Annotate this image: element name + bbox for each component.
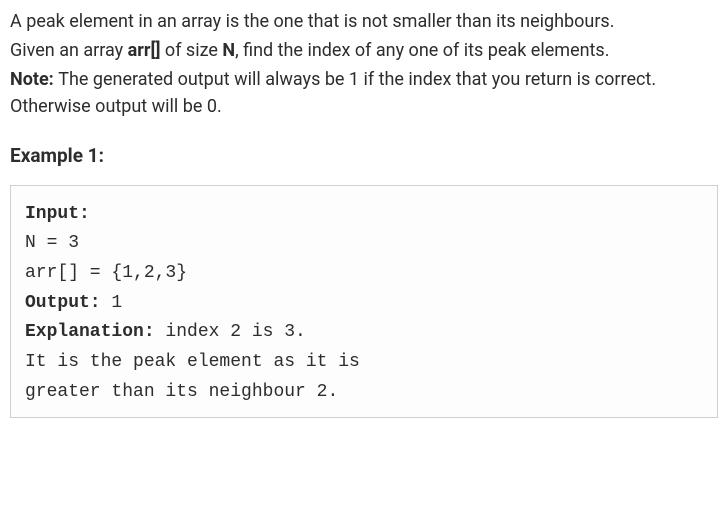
bold-n: N bbox=[222, 40, 235, 61]
explanation-label: Explanation: bbox=[25, 322, 155, 342]
bold-arr: arr[] bbox=[128, 40, 161, 61]
description-para-2: Given an array arr[] of size N, find the… bbox=[10, 37, 718, 64]
input-label: Input: bbox=[25, 204, 90, 224]
note-text: The generated output will always be 1 if… bbox=[10, 69, 656, 117]
input-line-2: arr[] = {1,2,3} bbox=[25, 263, 187, 283]
example-heading: Example 1: bbox=[10, 142, 718, 171]
problem-description: A peak element in an array is the one th… bbox=[10, 8, 718, 120]
input-line-1: N = 3 bbox=[25, 233, 79, 253]
output-label: Output: bbox=[25, 293, 101, 313]
example-code-block: Input: N = 3 arr[] = {1,2,3} Output: 1 E… bbox=[10, 185, 718, 419]
description-para-1: A peak element in an array is the one th… bbox=[10, 8, 718, 35]
description-note: Note: The generated output will always b… bbox=[10, 66, 718, 120]
note-label: Note: bbox=[10, 69, 58, 90]
output-value: 1 bbox=[101, 293, 123, 313]
